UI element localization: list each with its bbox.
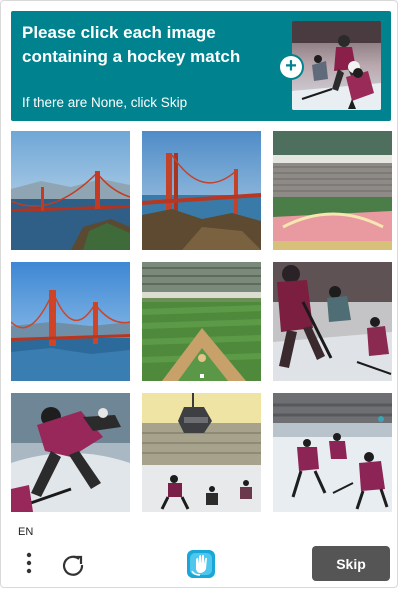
grid-tile-4[interactable] — [11, 262, 130, 381]
grid-tile-9[interactable] — [273, 393, 392, 512]
captcha-widget: Please click each image containing a hoc… — [0, 0, 398, 588]
grid-tile-1[interactable] — [11, 131, 130, 250]
grid-tile-8[interactable] — [142, 393, 261, 512]
plus-icon[interactable]: + — [280, 56, 302, 78]
image-grid — [11, 131, 392, 512]
challenge-subprompt: If there are None, click Skip — [22, 95, 188, 110]
example-image[interactable] — [292, 21, 381, 110]
grid-tile-6[interactable] — [273, 262, 392, 381]
refresh-icon[interactable] — [59, 551, 87, 579]
kebab-menu-icon[interactable] — [19, 549, 39, 579]
challenge-header: Please click each image containing a hoc… — [11, 11, 391, 121]
language-label[interactable]: EN — [18, 526, 33, 538]
grid-tile-3[interactable] — [273, 131, 392, 250]
challenge-prompt: Please click each image containing a hoc… — [22, 23, 241, 66]
hand-logo-icon — [184, 547, 218, 581]
grid-tile-2[interactable] — [142, 131, 261, 250]
grid-tile-7[interactable] — [11, 393, 130, 512]
grid-tile-5[interactable] — [142, 262, 261, 381]
skip-button[interactable]: Skip — [312, 546, 390, 581]
